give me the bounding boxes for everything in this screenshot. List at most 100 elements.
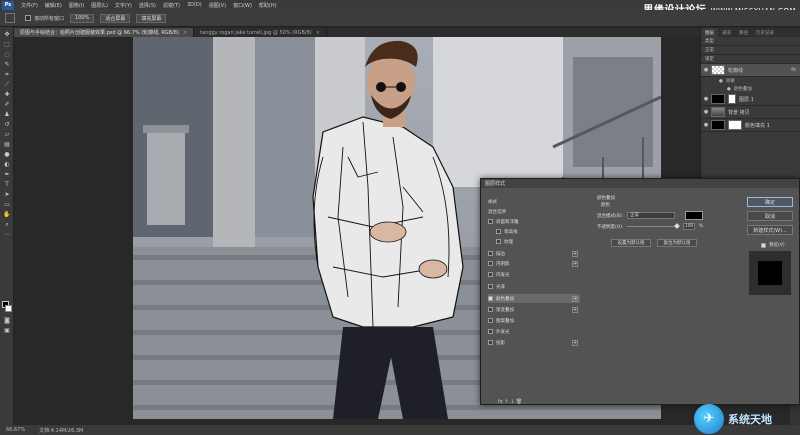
outer-glow-checkbox[interactable]	[488, 329, 493, 334]
blending-options-item[interactable]: 混合选项	[488, 207, 580, 216]
menu-layer[interactable]: 图层(L)	[91, 2, 108, 9]
blend-mode-select[interactable]: 正常	[627, 212, 675, 219]
blur-tool-icon[interactable]: ●	[3, 151, 11, 158]
zoom-tool-icon[interactable]: ⌕	[3, 221, 11, 228]
layer-color-fill[interactable]: ● 颜色填充 1	[701, 119, 800, 132]
quick-mask-icon[interactable]: ◙	[3, 317, 11, 324]
inner-glow-checkbox[interactable]	[488, 272, 493, 277]
menu-type[interactable]: 文字(Y)	[115, 2, 132, 9]
cancel-button[interactable]: 取消	[747, 211, 793, 221]
texture-checkbox[interactable]	[496, 239, 501, 244]
satin-checkbox[interactable]	[488, 284, 493, 289]
drop-shadow-checkbox[interactable]	[488, 340, 493, 345]
eye-icon[interactable]: ●	[701, 67, 711, 73]
more-tools-icon[interactable]: ⋯	[3, 231, 11, 238]
eye-icon[interactable]: ●	[701, 109, 711, 115]
stroke-item[interactable]: 描边 +	[488, 249, 580, 258]
layer-1[interactable]: ● 图层 1	[701, 93, 800, 106]
lasso-tool-icon[interactable]: ◌	[3, 51, 11, 58]
inner-shadow-item[interactable]: 内阴影 +	[488, 259, 580, 268]
tab-layers[interactable]: 图层	[701, 28, 718, 37]
dodge-tool-icon[interactable]: ◐	[3, 161, 11, 168]
menu-window[interactable]: 窗口(W)	[233, 2, 252, 9]
fit-screen-button[interactable]: 适合屏幕	[100, 13, 131, 23]
drop-shadow-item[interactable]: 投影 +	[488, 338, 580, 347]
eye-icon[interactable]: ●	[719, 79, 723, 84]
hand-tool-icon[interactable]: ✋	[3, 211, 11, 218]
pattern-overlay-checkbox[interactable]	[488, 318, 493, 323]
menu-filter[interactable]: 滤镜(T)	[163, 2, 180, 9]
new-style-button[interactable]: 新建样式(W)...	[747, 225, 793, 235]
menu-file[interactable]: 文件(F)	[21, 2, 38, 9]
stroke-checkbox[interactable]	[488, 251, 493, 256]
zoom-100-button[interactable]: 100%	[70, 13, 95, 23]
satin-item[interactable]: 光泽	[488, 282, 580, 291]
menu-help[interactable]: 帮助(H)	[259, 2, 277, 9]
add-color-overlay-icon[interactable]: +	[572, 295, 578, 302]
brush-tool-icon[interactable]: ✐	[3, 101, 11, 108]
fill-screen-button[interactable]: 填充屏幕	[136, 13, 167, 23]
tab-paths[interactable]: 路径	[735, 28, 752, 37]
eye-icon[interactable]: ●	[701, 122, 711, 128]
color-overlay-item[interactable]: 颜色叠加 +	[488, 294, 580, 303]
ok-button[interactable]: 确定	[747, 197, 793, 207]
layer-kind-filter[interactable]: 类型	[701, 37, 800, 46]
add-inner-shadow-icon[interactable]: +	[572, 260, 578, 267]
healing-tool-icon[interactable]: ✚	[3, 91, 11, 98]
crop-tool-icon[interactable]: ⌗	[3, 71, 11, 78]
gradient-overlay-checkbox[interactable]	[488, 307, 493, 312]
tab-document-2[interactable]: tanggy rogan jake turrell.jpg @ 50% (RGB…	[194, 28, 327, 37]
screen-mode-icon[interactable]: ▣	[3, 327, 11, 334]
marquee-tool-icon[interactable]: ⬚	[3, 41, 11, 48]
eye-icon[interactable]: ●	[727, 87, 731, 92]
stamp-tool-icon[interactable]: ♟	[3, 111, 11, 118]
move-tool-icon[interactable]: ✥	[3, 31, 11, 38]
menu-3d[interactable]: 3D(D)	[187, 2, 202, 8]
contour-checkbox[interactable]	[496, 229, 501, 234]
close-icon[interactable]: ×	[316, 30, 320, 36]
eyedropper-tool-icon[interactable]: ⟋	[3, 81, 11, 88]
layer-background-copy[interactable]: ● 背景 拷贝	[701, 106, 800, 119]
outer-glow-item[interactable]: 外发光	[488, 327, 580, 336]
inner-glow-item[interactable]: 内发光	[488, 270, 580, 279]
lock-row[interactable]: 锁定	[701, 55, 800, 64]
set-default-button[interactable]: 设置为默认值	[611, 239, 651, 247]
layer-outline[interactable]: ● 轮廓线 fx	[701, 64, 800, 77]
type-tool-icon[interactable]: T	[3, 181, 11, 188]
preview-toggle[interactable]: 预览(V)	[761, 242, 785, 248]
fx-toolbar[interactable]: fx ↑ ↓ 🗑	[498, 399, 522, 405]
bevel-checkbox[interactable]	[488, 219, 493, 224]
menu-image[interactable]: 图像(I)	[69, 2, 84, 9]
gradient-overlay-item[interactable]: 渐变叠加 +	[488, 305, 580, 314]
menu-edit[interactable]: 编辑(E)	[45, 2, 62, 9]
menu-view[interactable]: 视图(V)	[209, 2, 226, 9]
eraser-tool-icon[interactable]: ▱	[3, 131, 11, 138]
add-gradient-overlay-icon[interactable]: +	[572, 306, 578, 313]
add-stroke-icon[interactable]: +	[572, 250, 578, 257]
reset-default-button[interactable]: 复位为默认值	[657, 239, 697, 247]
bevel-emboss-item[interactable]: 斜面和浮雕	[488, 217, 580, 226]
contour-item[interactable]: 等高线	[488, 227, 580, 236]
tab-channels[interactable]: 通道	[718, 28, 735, 37]
blend-mode-row[interactable]: 正常	[701, 46, 800, 55]
opacity-slider-handle[interactable]	[674, 223, 680, 229]
menu-select[interactable]: 选择(S)	[139, 2, 156, 9]
tab-document-1[interactable]: 原图与手绘结合：给照片创建服装效果.psd @ 66.7% (轮廓线, RGB/…	[14, 28, 195, 37]
gradient-tool-icon[interactable]: ▤	[3, 141, 11, 148]
texture-item[interactable]: 纹理	[488, 237, 580, 246]
eye-icon[interactable]: ●	[701, 96, 711, 102]
inner-shadow-checkbox[interactable]	[488, 261, 493, 266]
add-drop-shadow-icon[interactable]: +	[572, 339, 578, 346]
layer-effects[interactable]: ● 效果	[701, 77, 800, 85]
overlay-color-swatch[interactable]	[685, 211, 703, 220]
preview-checkbox[interactable]	[761, 242, 766, 248]
pattern-overlay-item[interactable]: 图案叠加	[488, 316, 580, 325]
opacity-input[interactable]: 100	[683, 223, 695, 230]
history-brush-icon[interactable]: ↺	[3, 121, 11, 128]
color-overlay-checkbox[interactable]	[488, 296, 493, 301]
quick-select-tool-icon[interactable]: ✎	[3, 61, 11, 68]
layer-effect-color-overlay[interactable]: ● 颜色叠加	[701, 85, 800, 93]
scroll-all-checkbox[interactable]	[25, 15, 31, 21]
background-color-swatch[interactable]	[5, 305, 12, 312]
path-select-tool-icon[interactable]: ➤	[3, 191, 11, 198]
